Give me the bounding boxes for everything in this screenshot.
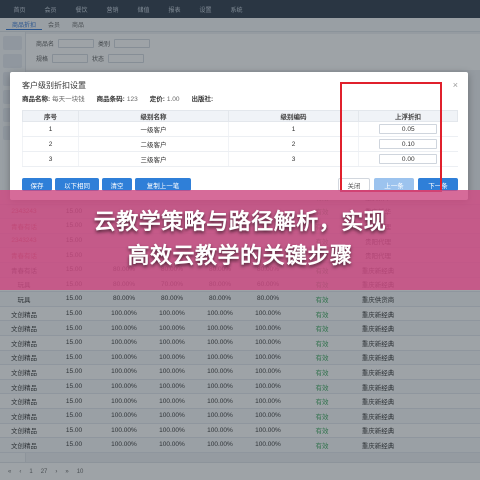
cell-level: 一级客户 <box>78 121 229 137</box>
product-price: 定价: 1.00 <box>149 96 180 103</box>
col-header-code: 级别编码 <box>228 110 359 122</box>
cell-no: 3 <box>22 151 79 167</box>
close-icon[interactable]: × <box>453 80 458 90</box>
cell-no: 1 <box>22 121 79 137</box>
cell-level: 三级客户 <box>78 151 229 167</box>
cell-no: 2 <box>22 136 79 152</box>
cell-code: 2 <box>228 136 359 152</box>
headline-line-1: 云教学策略与路径解析，实现 <box>93 210 387 235</box>
headline-line-2: 高效云教学的关键步骤 <box>127 244 353 269</box>
cell-code: 1 <box>228 121 359 137</box>
product-code: 商品条码: 123 <box>96 96 138 103</box>
product-info: 商品名称: 每天一块钱 商品条码: 123 定价: 1.00 出版社: <box>22 93 215 103</box>
product-publisher: 出版社: <box>191 96 214 103</box>
product-name: 商品名称: 每天一块钱 <box>22 96 85 103</box>
dialog-title: 客户级别折扣设置 <box>22 81 86 90</box>
col-header-no: 序号 <box>22 110 79 122</box>
highlight-box <box>340 82 442 192</box>
col-header-level: 级别名称 <box>78 110 229 122</box>
cell-code: 3 <box>228 151 359 167</box>
cell-level: 二级客户 <box>78 136 229 152</box>
